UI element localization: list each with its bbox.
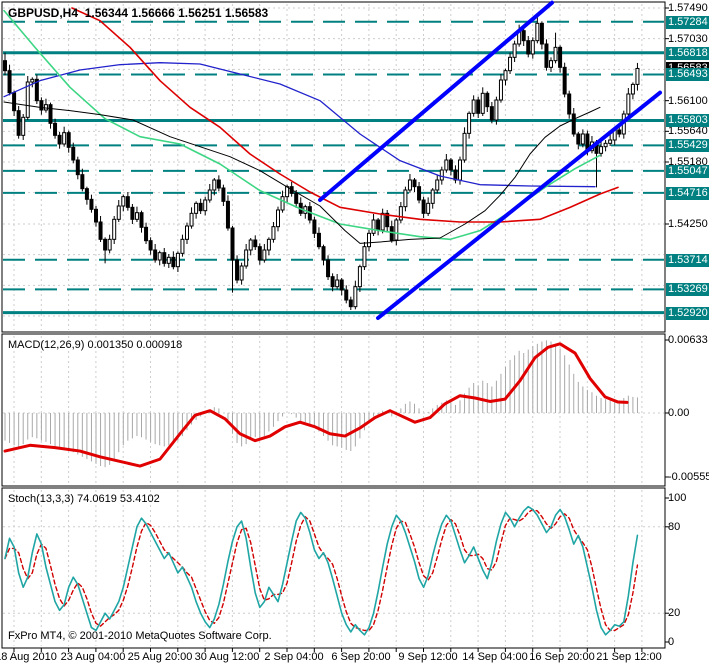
chart-symbol-timeframe: GBPUSD,H4 xyxy=(8,6,79,20)
price-label: 1.57030 xyxy=(668,33,708,45)
stoch-indicator-title: Stoch(13,3,3) 74.0619 53.4102 xyxy=(8,493,160,505)
level-price-label: 1.55429 xyxy=(666,139,709,152)
copyright-text: FxPro MT4, © 2001-2010 MetaQuotes Softwa… xyxy=(8,630,272,642)
level-price-label: 1.56493 xyxy=(666,68,709,81)
level-price-label: 1.54716 xyxy=(666,187,709,200)
macd-scale-label: -0.00555 xyxy=(668,471,709,483)
stoch-scale-label: 20 xyxy=(668,607,681,619)
chart-ohlc-values: 1.56344 1.56666 1.56251 1.56583 xyxy=(84,6,269,20)
time-axis-label: 9 Sep 12:00 xyxy=(398,651,458,663)
macd-scale-label: 0.00633 xyxy=(668,334,708,346)
time-axis-label: 6 Sep 20:00 xyxy=(331,651,391,663)
level-price-label: 1.53714 xyxy=(666,254,709,267)
price-label: 1.56100 xyxy=(668,95,708,107)
time-axis-label: 2 Sep 04:00 xyxy=(264,651,324,663)
level-price-label: 1.56818 xyxy=(666,47,709,60)
macd-name: MACD(12,26,9) xyxy=(8,339,85,351)
mt4-chart-window: { "app": { "title_symbol": "GBPUSD,H4", … xyxy=(0,0,709,668)
macd-current-values: 0.001350 0.000918 xyxy=(87,339,183,351)
time-axis-label: 23 Aug 04:00 xyxy=(60,651,126,663)
level-price-label: 1.55803 xyxy=(666,114,709,127)
time-axis-label: 18 Aug 2010 xyxy=(0,651,57,663)
stoch-scale-label: 80 xyxy=(668,521,681,533)
macd-indicator-title: MACD(12,26,9) 0.001350 0.000918 xyxy=(8,339,182,351)
time-axis-label: 21 Sep 12:00 xyxy=(596,651,662,663)
level-price-label: 1.57284 xyxy=(666,16,709,29)
macd-panel[interactable] xyxy=(2,334,665,486)
time-axis-label: 30 Aug 12:00 xyxy=(194,651,260,663)
chart-title: GBPUSD,H4 1.56344 1.56666 1.56251 1.5658… xyxy=(8,6,268,20)
time-axis-label: 16 Sep 20:00 xyxy=(529,651,595,663)
stoch-panel[interactable] xyxy=(2,488,665,648)
stoch-scale-label: 0 xyxy=(668,636,675,648)
price-label: 1.54250 xyxy=(668,218,708,230)
time-axis-label: 14 Sep 04:00 xyxy=(462,651,528,663)
level-price-label: 1.53269 xyxy=(666,283,709,296)
main-chart-panel[interactable] xyxy=(2,2,665,332)
time-axis-label: 25 Aug 20:00 xyxy=(127,651,193,663)
stoch-current-values: 74.0619 53.4102 xyxy=(77,493,160,505)
level-price-label: 1.52920 xyxy=(666,307,709,320)
price-label: 1.57490 xyxy=(668,2,708,14)
level-price-label: 1.55047 xyxy=(666,165,709,178)
macd-scale-label: 0.00 xyxy=(668,407,690,419)
stoch-name: Stoch(13,3,3) xyxy=(8,493,75,505)
stoch-scale-label: 100 xyxy=(668,492,687,504)
